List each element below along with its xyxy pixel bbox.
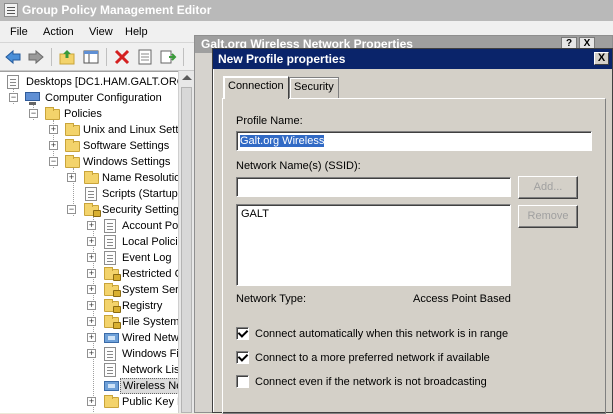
scripts-icon <box>85 187 97 201</box>
tab-connection[interactable]: Connection <box>223 76 289 99</box>
expand-icon[interactable]: + <box>87 237 96 246</box>
tree-node-name-resolution[interactable]: + Name Resolutio <box>0 170 180 186</box>
expand-icon[interactable]: + <box>87 285 96 294</box>
collapse-icon[interactable]: − <box>9 93 18 102</box>
profile-name-field[interactable]: Galt.org Wireless <box>236 131 592 151</box>
tree-node-scripts[interactable]: Scripts (Startup <box>0 186 178 202</box>
ssid-list[interactable]: GALT <box>236 204 511 286</box>
expand-icon[interactable]: + <box>87 333 96 342</box>
folder-icon <box>65 123 80 136</box>
back-arrow-icon[interactable] <box>4 48 22 66</box>
folder-icon <box>65 139 80 152</box>
remove-ssid-button[interactable]: Remove <box>518 205 578 228</box>
tree-scrollbar[interactable] <box>178 71 194 413</box>
event-log-icon <box>104 251 116 265</box>
non-broadcast-checkbox[interactable] <box>236 375 249 388</box>
expand-icon[interactable]: + <box>87 317 96 326</box>
tree-node-restricted-groups[interactable]: + Restricted G <box>0 266 183 282</box>
firewall-icon <box>104 347 116 361</box>
profile-name-label: Profile Name: <box>236 115 303 127</box>
tree-node-wired-network[interactable]: + Wired Netw <box>0 330 179 346</box>
delete-icon[interactable] <box>113 48 131 66</box>
tree-node-root[interactable]: Desktops [DC1.HAM.GALT.ORG <box>0 74 185 90</box>
console-tree[interactable]: Desktops [DC1.HAM.GALT.ORG − Computer Co… <box>0 71 186 413</box>
collapse-icon[interactable]: − <box>29 109 38 118</box>
network-type-value: Access Point Based <box>413 293 511 305</box>
window-title-bar[interactable]: Group Policy Management Editor <box>0 0 613 21</box>
folder-icon <box>45 107 60 120</box>
menu-file[interactable]: File <box>10 26 28 38</box>
expand-icon[interactable]: + <box>87 349 96 358</box>
tree-node-computer-configuration[interactable]: − Computer Configuration <box>0 90 178 106</box>
scroll-thumb[interactable] <box>181 87 192 413</box>
ssid-label: Network Name(s) (SSID): <box>236 160 361 172</box>
folder-icon <box>104 395 119 408</box>
forward-arrow-icon[interactable] <box>27 48 45 66</box>
expand-icon[interactable]: + <box>49 125 58 134</box>
tree-node-local-policies[interactable]: + Local Policie <box>0 234 184 250</box>
ssid-input[interactable] <box>236 177 511 197</box>
network-list-icon <box>104 363 116 377</box>
gpme-app-icon <box>4 3 18 17</box>
tree-node-file-system[interactable]: + File System <box>0 314 179 330</box>
tree-node-unix-linux[interactable]: + Unix and Linux Sett <box>0 122 178 138</box>
expand-icon[interactable]: + <box>87 221 96 230</box>
expand-icon[interactable]: + <box>67 173 76 182</box>
tree-node-account-policies[interactable]: + Account Poli <box>0 218 183 234</box>
menu-action[interactable]: Action <box>43 26 74 38</box>
tree-node-registry[interactable]: + Registry <box>0 298 178 314</box>
wireless-network-icon <box>104 381 119 391</box>
registry-folder-icon <box>104 299 121 313</box>
auto-connect-checkbox[interactable] <box>236 327 249 340</box>
collapse-icon[interactable]: − <box>67 205 76 214</box>
tab-security[interactable]: Security <box>289 77 339 98</box>
collapse-icon[interactable]: − <box>49 157 58 166</box>
connection-tab-panel: Profile Name: Galt.org Wireless Network … <box>222 98 606 414</box>
properties-icon[interactable] <box>136 48 154 66</box>
tree-node-windows-settings[interactable]: − Windows Settings <box>0 154 178 170</box>
export-list-icon[interactable] <box>159 48 177 66</box>
wired-network-icon <box>104 333 119 343</box>
show-hide-tree-icon[interactable] <box>82 48 100 66</box>
folder-icon <box>84 171 99 184</box>
menu-help[interactable]: Help <box>125 26 148 38</box>
up-folder-icon[interactable] <box>58 48 76 66</box>
computer-icon <box>25 92 40 105</box>
scroll-up-arrow-icon[interactable] <box>182 75 192 80</box>
expand-icon[interactable]: + <box>87 269 96 278</box>
expand-icon[interactable]: + <box>87 301 96 310</box>
expand-icon[interactable]: + <box>87 397 96 406</box>
network-type-label: Network Type: <box>236 293 307 305</box>
tree-node-security-settings[interactable]: − Security Setting <box>0 202 179 218</box>
tree-node-policies[interactable]: − Policies <box>0 106 178 122</box>
tree-node-software-settings[interactable]: + Software Settings <box>0 138 178 154</box>
gpo-icon <box>7 75 19 89</box>
new-profile-dialog[interactable]: New Profile properties X Connection Secu… <box>212 48 613 414</box>
dialog-title: New Profile properties <box>218 52 346 66</box>
dialog-title-bar[interactable]: New Profile properties <box>213 49 612 69</box>
window-title: Group Policy Management Editor <box>22 3 212 17</box>
tree-node-windows-firewall[interactable]: + Windows Fir <box>0 346 183 362</box>
tree-node-wireless-network[interactable]: Wireless Ne <box>0 378 186 394</box>
add-ssid-button[interactable]: Add... <box>518 176 578 199</box>
dialog-close-button[interactable]: X <box>594 52 609 65</box>
expand-icon[interactable]: + <box>87 253 96 262</box>
file-system-folder-icon <box>104 315 121 329</box>
tree-node-public-key[interactable]: + Public Key P <box>0 394 184 410</box>
tree-node-event-log[interactable]: + Event Log <box>0 250 178 266</box>
ssid-list-item[interactable]: GALT <box>241 208 506 220</box>
policy-icon <box>104 219 116 233</box>
restricted-folder-icon <box>104 267 121 281</box>
preferred-network-checkbox[interactable] <box>236 351 249 364</box>
tree-node-system-services[interactable]: + System Serv <box>0 282 184 298</box>
folder-icon <box>65 155 80 168</box>
policy-icon <box>104 235 116 249</box>
tree-node-network-list[interactable]: Network Lis <box>0 362 179 378</box>
services-folder-icon <box>104 283 121 297</box>
security-folder-icon <box>84 203 101 217</box>
expand-icon[interactable]: + <box>49 141 58 150</box>
menu-view[interactable]: View <box>89 26 113 38</box>
